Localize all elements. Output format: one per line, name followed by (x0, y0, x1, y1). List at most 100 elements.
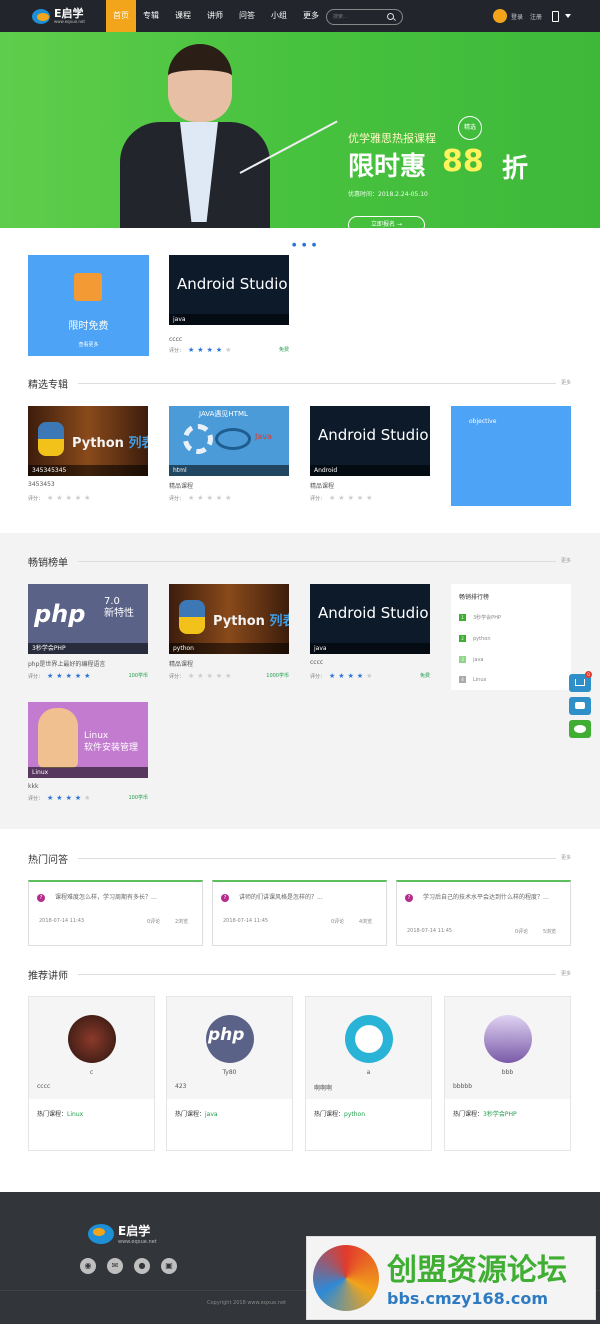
teacher-card[interactable]: php Ty80 423 热门课程：java (166, 996, 293, 1151)
divider (78, 858, 556, 859)
register-link[interactable]: 注册 (530, 12, 542, 21)
ranking-title: 畅销排行榜 (459, 594, 490, 601)
teacher-avatar[interactable] (345, 1015, 393, 1063)
album-title: 3453453 (28, 481, 55, 488)
qa-question[interactable]: 讲师的们讲课风格是怎样的？... (239, 893, 379, 903)
course-thumbnail[interactable]: Linux 软件安装管理 Linux (28, 702, 148, 778)
mascot-illustration (38, 708, 78, 768)
teachers-more-link[interactable]: 更多 (561, 970, 571, 977)
qa-views: 2浏览 (175, 919, 189, 925)
teacher-card[interactable]: bbb bbbbb 热门课程：3秒学会PHP (444, 996, 571, 1151)
chevron-down-icon[interactable] (565, 14, 571, 18)
teacher-avatar[interactable] (484, 1015, 532, 1063)
qa-views: 5浏览 (543, 929, 557, 935)
course-card[interactable]: Linux 软件安装管理 Linux kkk 评分： ★ ★ ★ ★ ★ 100学币 (28, 702, 148, 802)
footer-logo[interactable]: E启学 www.eqxue.net (88, 1222, 157, 1245)
star-icon: ★ (56, 494, 63, 502)
course-card[interactable]: Python 列表 python 精品课程 评分： ★ ★ ★ ★ ★ 1000学币 (169, 584, 289, 684)
bestseller-more-link[interactable]: 更多 (561, 557, 571, 564)
nav-home[interactable]: 首页 (106, 0, 136, 32)
chat-button[interactable] (569, 697, 591, 715)
site-logo[interactable]: E启学 www.eqxue.net (32, 8, 85, 24)
cart-button[interactable]: 0 (569, 671, 592, 692)
search-icon[interactable] (387, 13, 394, 20)
search-input[interactable] (333, 12, 388, 22)
album-card[interactable]: objective (451, 406, 571, 506)
qa-question[interactable]: 学习后自己的技术水平会达到什么样的程度？... (423, 893, 563, 903)
carousel-dots[interactable]: ● ● ● (292, 242, 318, 248)
ranking-item[interactable]: 3 java (459, 656, 483, 663)
album-thumbnail[interactable]: Python 列表 345345345 (28, 406, 148, 476)
wechat-icon[interactable]: ✉ (107, 1258, 123, 1274)
course-thumbnail[interactable]: Android Studio java (169, 255, 289, 325)
teacher-card[interactable]: c cccc 热门课程：Linux (28, 996, 155, 1151)
featured-more-link[interactable]: 更多 (561, 379, 571, 386)
free-promo-card[interactable]: 限时免费 查看更多 (28, 255, 149, 356)
search-box (326, 9, 403, 25)
star-icon: ★ (206, 672, 213, 680)
teacher-avatar[interactable] (68, 1015, 116, 1063)
ranking-item[interactable]: 2 python (459, 635, 491, 642)
nav-groups[interactable]: 小组 (268, 0, 290, 32)
nav-courses[interactable]: 课程 (172, 0, 194, 32)
free-more-link[interactable]: 查看更多 (28, 341, 149, 348)
album-card[interactable]: Python 列表 345345345 3453453 评分： ★ ★ ★ ★ ★ (28, 406, 148, 506)
qa-card[interactable]: ? 学习后自己的技术水平会达到什么样的程度？... 2018-07-14 11:… (396, 880, 571, 946)
apple-icon[interactable]: ● (134, 1258, 150, 1274)
qa-more-link[interactable]: 更多 (561, 854, 571, 861)
banner-discount-unit: 折 (502, 154, 529, 184)
teacher-card[interactable]: a 啊啊啊 热门课程：python (305, 996, 432, 1151)
album-thumbnail[interactable]: JAVA遇见HTML Java html (169, 406, 289, 476)
nav-albums[interactable]: 专辑 (140, 0, 162, 32)
star-icon: ★ (74, 794, 82, 802)
course-thumbnail[interactable]: php 7.0 新特性 3秒学会PHP (28, 584, 148, 654)
nav-more[interactable]: 更多 (300, 0, 322, 32)
course-card[interactable]: Android Studio java cccc 评分： ★ ★ ★ ★ ★ 免费 (169, 255, 289, 355)
star-icon: ★ (347, 672, 354, 680)
star-icon: ★ (56, 794, 63, 802)
course-title: cccc (310, 659, 324, 666)
section-title-qa: 热门问答 (28, 855, 68, 866)
nav-teachers[interactable]: 讲师 (204, 0, 226, 32)
teacher-avatar[interactable]: php (206, 1015, 254, 1063)
album-title: 精品课程 (169, 483, 194, 490)
album-thumbnail[interactable]: Android Studio Android (310, 406, 430, 476)
hero-banner[interactable]: 优学雅思热报课程 精选 限时惠 88 折 优惠时间：2018.2.24-05.1… (0, 32, 600, 248)
course-card[interactable]: Android Studio java cccc 评分： ★ ★ ★ ★ ★ 免费 (310, 584, 430, 684)
course-thumbnail[interactable]: Python 列表 python (169, 584, 289, 654)
free-title: 限时免费 (68, 321, 109, 332)
course-thumbnail[interactable]: Android Studio java (310, 584, 430, 654)
course-price: 1000学币 (266, 673, 289, 679)
course-title: php是世界上最好的编程语言 (28, 661, 106, 668)
mobile-icon[interactable] (552, 11, 559, 22)
user-avatar-icon[interactable] (493, 9, 507, 23)
cart-count-badge: 0 (585, 671, 592, 678)
android-icon[interactable]: ▣ (161, 1258, 177, 1274)
login-link[interactable]: 登录 (511, 12, 523, 21)
course-rating: 评分： ★ ★ ★ ★ ★ (28, 794, 91, 802)
wechat-icon (574, 725, 586, 733)
weibo-icon[interactable]: ◉ (80, 1258, 96, 1274)
copyright: Copyright 2018 www.eqxue.net (207, 1300, 286, 1306)
qa-question[interactable]: 课程难度怎么样，学习周期有多长？... (55, 893, 195, 903)
wechat-button[interactable] (569, 720, 591, 738)
qa-card[interactable]: ? 课程难度怎么样，学习周期有多长？... 2018-07-14 11:43 0… (28, 880, 203, 946)
qa-card[interactable]: ? 讲师的们讲课风格是怎样的？... 2018-07-14 11:45 0评论 … (212, 880, 387, 946)
nav-qa[interactable]: 问答 (236, 0, 258, 32)
star-icon: ★ (329, 494, 336, 502)
book-icon (74, 273, 102, 301)
teacher-desc: 啊啊啊 (314, 1085, 333, 1092)
forum-logo-icon (313, 1245, 379, 1311)
gear-icon (183, 424, 213, 454)
ranking-item[interactable]: 1 3秒学会PHP (459, 614, 501, 621)
album-card[interactable]: Android Studio Android 精品课程 评分： ★ ★ ★ ★ ★ (310, 406, 430, 506)
star-icon: ★ (47, 672, 54, 680)
ranking-item[interactable]: 4 Linux (459, 676, 486, 683)
banner-signup-button[interactable]: 立即报名 → (348, 216, 425, 234)
star-icon: ★ (65, 794, 72, 802)
course-price: 100学币 (128, 795, 148, 801)
course-card[interactable]: php 7.0 新特性 3秒学会PHP php是世界上最好的编程语言 评分： ★ ★ ★… (28, 584, 148, 684)
album-card[interactable]: JAVA遇见HTML Java html 精品课程 评分： ★ ★ ★ ★ ★ (169, 406, 289, 506)
course-tag: Linux (28, 767, 148, 778)
java-label: Java (255, 432, 272, 441)
